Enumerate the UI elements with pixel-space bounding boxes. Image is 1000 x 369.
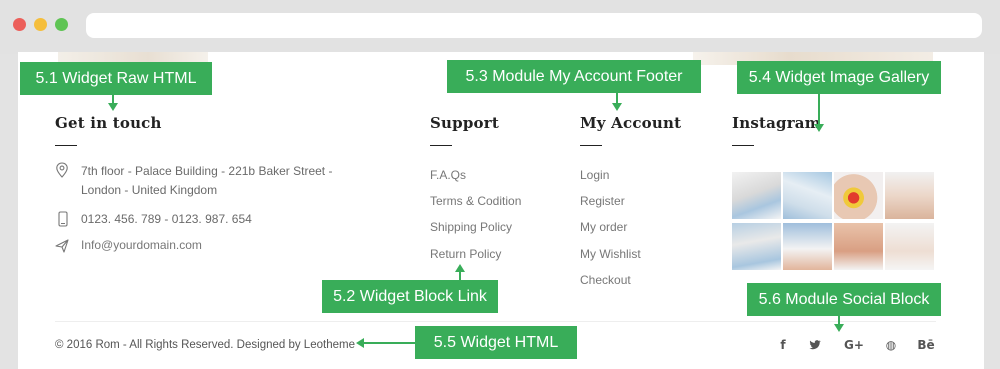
- minimize-window-dot[interactable]: [34, 18, 47, 31]
- phone-numbers: 0123. 456. 789 - 0123. 987. 654: [81, 212, 252, 226]
- account-link-order[interactable]: My order: [580, 220, 627, 234]
- instagram-gallery: [732, 172, 936, 272]
- support-link-terms[interactable]: Terms & Codition: [430, 194, 521, 208]
- gallery-image-8[interactable]: [885, 223, 934, 270]
- instagram-title-rule: [732, 145, 754, 146]
- annotation-arrow: [838, 316, 840, 324]
- contact-title-rule: [55, 145, 77, 146]
- account-link-wishlist[interactable]: My Wishlist: [580, 247, 641, 261]
- arrow-down-icon: [834, 324, 844, 332]
- email-link[interactable]: Info@yourdomain.com: [81, 238, 202, 252]
- annotation-module-social-block: 5.6 Module Social Block: [747, 283, 941, 316]
- address-line-2: London - United Kingdom: [81, 183, 218, 197]
- annotation-arrow: [112, 95, 114, 103]
- account-link-register[interactable]: Register: [580, 194, 625, 208]
- phone-icon: [58, 211, 68, 227]
- gallery-image-3[interactable]: [834, 172, 883, 219]
- copyright-text: © 2016 Rom - All Rights Reserved. Design…: [55, 339, 355, 351]
- arrow-down-icon: [612, 103, 622, 111]
- account-title-rule: [580, 145, 602, 146]
- annotation-widget-image-gallery: 5.4 Widget Image Gallery: [737, 61, 941, 94]
- support-link-return[interactable]: Return Policy: [430, 247, 501, 261]
- annotation-widget-raw-html: 5.1 Widget Raw HTML: [20, 62, 212, 95]
- arrow-down-icon: [108, 103, 118, 111]
- annotation-module-my-account-footer: 5.3 Module My Account Footer: [447, 60, 701, 93]
- annotation-widget-html: 5.5 Widget HTML: [415, 326, 577, 359]
- twitter-icon[interactable]: [806, 338, 824, 354]
- footer-divider: [55, 321, 936, 322]
- annotation-arrow: [616, 93, 618, 103]
- close-window-dot[interactable]: [13, 18, 26, 31]
- support-link-shipping[interactable]: Shipping Policy: [430, 220, 512, 234]
- address-bar[interactable]: [86, 13, 982, 38]
- gallery-image-2[interactable]: [783, 172, 832, 219]
- paper-plane-icon: [55, 239, 69, 253]
- account-link-login[interactable]: Login: [580, 168, 609, 182]
- gallery-image-7[interactable]: [834, 223, 883, 270]
- browser-toolbar: [0, 0, 1000, 54]
- maximize-window-dot[interactable]: [55, 18, 68, 31]
- contact-title: Get in touch: [55, 114, 162, 132]
- gallery-image-1[interactable]: [732, 172, 781, 219]
- annotation-widget-block-link: 5.2 Widget Block Link: [322, 280, 498, 313]
- facebook-icon[interactable]: f: [774, 338, 792, 352]
- account-title: My Account: [580, 114, 682, 132]
- dribbble-icon[interactable]: ◍: [882, 338, 900, 352]
- google-plus-icon[interactable]: G+: [843, 338, 865, 352]
- arrow-down-icon: [814, 124, 824, 132]
- annotation-arrow: [818, 94, 820, 124]
- support-link-faqs[interactable]: F.A.Qs: [430, 168, 466, 182]
- gallery-image-6[interactable]: [783, 223, 832, 270]
- arrow-up-icon: [455, 264, 465, 272]
- gallery-image-4[interactable]: [885, 172, 934, 219]
- behance-icon[interactable]: Bē: [916, 338, 936, 352]
- map-pin-icon: [56, 162, 68, 178]
- address-line-1: 7th floor - Palace Building - 221b Baker…: [81, 164, 333, 178]
- gallery-image-5[interactable]: [732, 223, 781, 270]
- instagram-title: Instagram: [732, 114, 821, 132]
- annotation-arrow: [364, 342, 415, 344]
- annotation-arrow: [459, 272, 461, 280]
- support-title: Support: [430, 114, 499, 132]
- account-link-checkout[interactable]: Checkout: [580, 273, 631, 287]
- support-title-rule: [430, 145, 452, 146]
- arrow-left-icon: [356, 338, 364, 348]
